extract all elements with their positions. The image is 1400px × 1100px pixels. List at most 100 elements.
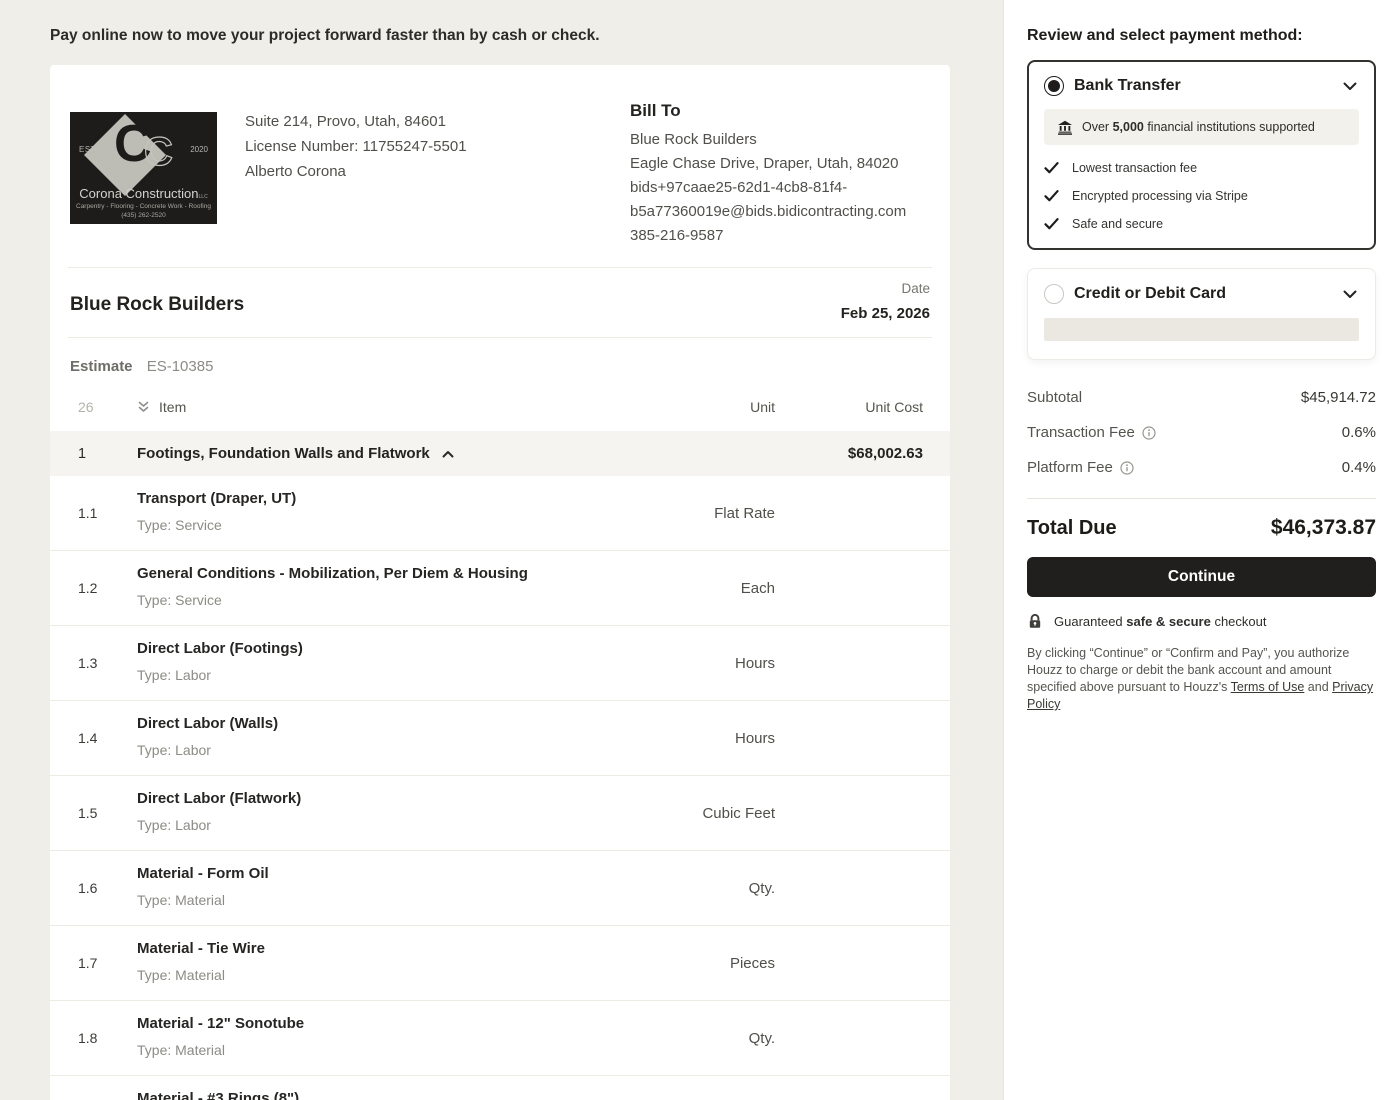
bank-icon [1057,120,1073,135]
table-header-row: 26 Item Unit Unit Cost [50,399,950,415]
logo-phone: (435) 262-2520 [70,212,217,219]
transaction-fee-label: Transaction Fee [1027,424,1135,441]
item-unit: Each [550,580,775,597]
bill-to-section: Bill To Blue Rock Builders Eagle Chase D… [630,101,940,248]
bill-to-phone: 385-216-9587 [630,224,940,248]
table-row: 1.9 Material - #3 Rings (8") [50,1076,950,1100]
row-number: 1.4 [78,730,137,746]
row-number: 1.3 [78,655,137,671]
benefit-label: Lowest transaction fee [1072,161,1197,175]
item-unit: Qty. [550,1030,775,1047]
company-logo: EST 2020 C C Corona ConstructionLLC Carp… [70,112,217,224]
totals-divider [1027,498,1376,499]
card-option-label: Credit or Debit Card [1074,285,1226,303]
check-icon [1044,160,1059,175]
subtotal-label: Subtotal [1027,389,1082,406]
group-number: 1 [78,446,137,462]
payment-panel: Review and select payment method: Bank T… [1003,0,1400,1100]
row-number: 1.1 [78,505,137,521]
column-header-item: Item [159,399,186,415]
bank-transfer-label: Bank Transfer [1074,77,1181,95]
card-option-header[interactable]: Credit or Debit Card [1044,284,1359,304]
company-info: Suite 214, Provo, Utah, 84601 License Nu… [245,109,467,184]
item-type: Type: Material [137,967,550,983]
item-type: Type: Labor [137,742,550,758]
bank-transfer-header[interactable]: Bank Transfer [1044,76,1359,96]
total-due-row: Total Due $46,373.87 [1027,516,1376,540]
column-header-unit-cost: Unit Cost [775,399,923,415]
item-type: Type: Service [137,517,550,533]
item-name: Material - #3 Rings (8") [137,1090,550,1100]
item-type: Type: Material [137,892,550,908]
logo-year-text: 2020 [190,145,208,154]
date-value: Feb 25, 2026 [841,305,930,322]
item-name: Material - 12" Sonotube [137,1015,550,1032]
payment-title: Review and select payment method: [1027,27,1376,45]
bill-to-email-cont: b5a77360019e@bids.bidicontracting.com [630,200,940,224]
radio-credit-card[interactable] [1044,284,1064,304]
group-name: Footings, Foundation Walls and Flatwork [137,445,430,462]
item-type: Type: Service [137,592,550,608]
item-unit: Cubic Feet [550,805,775,822]
check-icon [1044,216,1059,231]
group-row[interactable]: 1 Footings, Foundation Walls and Flatwor… [50,431,950,476]
invoice-card: EST 2020 C C Corona ConstructionLLC Carp… [50,65,950,1100]
item-name: Direct Labor (Walls) [137,715,550,732]
estimate-label: Estimate [70,358,133,375]
table-row: 1.6 Material - Form Oil Type: Material Q… [50,851,950,926]
radio-bank-transfer[interactable] [1044,76,1064,96]
item-name: Material - Form Oil [137,865,550,882]
chevron-up-icon[interactable] [441,448,455,460]
invoice-header: EST 2020 C C Corona ConstructionLLC Carp… [50,65,950,267]
logo-company-name: Corona ConstructionLLC [70,186,217,201]
item-type: Type: Labor [137,817,550,833]
collapse-all-icon[interactable] [137,400,150,414]
total-due-value: $46,373.87 [1271,516,1376,540]
benefit-item: Safe and secure [1044,216,1359,231]
benefit-item: Lowest transaction fee [1044,160,1359,175]
table-row: 1.2 General Conditions - Mobilization, P… [50,551,950,626]
continue-button[interactable]: Continue [1027,557,1376,597]
info-icon[interactable] [1120,461,1134,475]
item-unit: Qty. [550,880,775,897]
platform-fee-value: 0.4% [1342,459,1376,476]
logo-services-line: Carpentry - Flooring - Concrete Work - R… [70,203,217,210]
card-option[interactable]: Credit or Debit Card [1027,268,1376,360]
check-icon [1044,188,1059,203]
lock-icon [1027,613,1043,630]
date-label: Date [841,281,930,296]
item-name: Material - Tie Wire [137,940,550,957]
bank-info-count: 5,000 [1113,120,1144,134]
benefit-list: Lowest transaction fee Encrypted process… [1044,160,1359,231]
bill-to-address: Eagle Chase Drive, Draper, Utah, 84020 [630,152,940,176]
terms-link[interactable]: Terms of Use [1231,680,1305,694]
bill-to-title: Bill To [630,101,940,121]
info-icon[interactable] [1142,426,1156,440]
recipient-heading: Blue Rock Builders [70,294,244,316]
table-row: 1.4 Direct Labor (Walls) Type: Labor Hou… [50,701,950,776]
date-block: Date Feb 25, 2026 [841,281,930,322]
guarantee-text: Guaranteed safe & secure checkout [1054,614,1267,629]
table-row: 1.3 Direct Labor (Footings) Type: Labor … [50,626,950,701]
subtotal-value: $45,914.72 [1301,389,1376,406]
transaction-fee-value: 0.6% [1342,424,1376,441]
banner-text: Pay online now to move your project forw… [50,27,600,45]
bank-info-banner: Over 5,000 financial institutions suppor… [1044,109,1359,145]
transaction-fee-row: Transaction Fee 0.6% [1027,424,1376,441]
item-unit: Hours [550,730,775,747]
guarantee-row: Guaranteed safe & secure checkout [1027,613,1376,630]
column-header-unit: Unit [550,399,775,415]
bank-transfer-option[interactable]: Bank Transfer Over 5,000 financial insti… [1027,60,1376,250]
item-name: General Conditions - Mobilization, Per D… [137,565,550,582]
subtotal-row: Subtotal $45,914.72 [1027,389,1376,406]
item-name: Transport (Draper, UT) [137,490,550,507]
item-type: Type: Material [137,1042,550,1058]
bill-to-name: Blue Rock Builders [630,128,940,152]
chevron-down-icon[interactable] [1341,77,1359,95]
row-number: 1.8 [78,1030,137,1046]
total-due-label: Total Due [1027,517,1117,540]
chevron-down-icon[interactable] [1341,285,1359,303]
platform-fee-row: Platform Fee 0.4% [1027,459,1376,476]
platform-fee-label: Platform Fee [1027,459,1113,476]
table-row: 1.7 Material - Tie Wire Type: Material P… [50,926,950,1001]
